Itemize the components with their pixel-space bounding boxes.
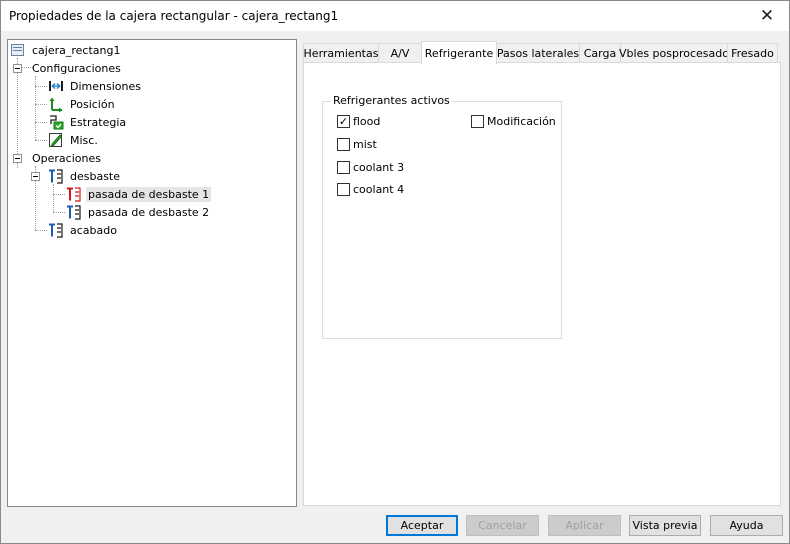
checkbox-box[interactable] xyxy=(337,138,350,151)
coolant-3-checkbox[interactable]: coolant 3 xyxy=(337,161,404,174)
checkbox-label: flood xyxy=(353,115,381,128)
position-axes-icon xyxy=(48,96,64,113)
tree-node-label: Dimensiones xyxy=(70,79,141,93)
checkbox-label: Modificación xyxy=(487,115,556,128)
title-bar: Propiedades de la cajera rectangular - c… xyxy=(1,1,789,31)
tree-node-label: pasada de desbaste 1 xyxy=(86,186,212,202)
coolant-group-label: Refrigerantes activos xyxy=(331,94,452,107)
ayuda-button[interactable]: Ayuda xyxy=(710,515,783,536)
notepad-pencil-icon xyxy=(48,132,64,148)
tree-node-estrategia[interactable]: Estrategia xyxy=(48,113,128,131)
tab-strip: Herramientas A/V Refrigerante Pasos late… xyxy=(303,41,781,64)
tree-node-pasada-1[interactable]: pasada de desbaste 1 xyxy=(66,185,212,203)
tree-root[interactable]: cajera_rectang1 xyxy=(10,41,122,59)
tree-node-misc[interactable]: Misc. xyxy=(48,131,100,149)
milling-operation-icon xyxy=(48,168,64,184)
tree-node-operaciones[interactable]: Operaciones xyxy=(30,149,103,167)
aceptar-button[interactable]: Aceptar xyxy=(386,515,458,536)
tree-node-acabado[interactable]: acabado xyxy=(48,221,119,239)
tab-pasos-laterales[interactable]: Pasos laterales xyxy=(496,43,580,62)
dimensions-icon xyxy=(48,78,64,94)
collapse-operaciones-toggle[interactable] xyxy=(13,154,22,163)
tree-node-label: Configuraciones xyxy=(32,61,121,75)
coolant-4-checkbox[interactable]: coolant 4 xyxy=(337,183,404,196)
close-button[interactable]: ✕ xyxy=(745,1,789,31)
tree-node-label: desbaste xyxy=(70,169,121,183)
window-title: Propiedades de la cajera rectangular - c… xyxy=(9,9,339,23)
tree-node-label: pasada de desbaste 2 xyxy=(88,205,210,219)
tree-node-label: Posición xyxy=(70,97,115,111)
tree-node-configuraciones[interactable]: Configuraciones xyxy=(30,59,123,77)
coolant-groupbox: Refrigerantes activos ✓ flood mist coola… xyxy=(322,94,562,339)
tree-node-dimensiones[interactable]: Dimensiones xyxy=(48,77,143,95)
dialog-window: Propiedades de la cajera rectangular - c… xyxy=(0,0,790,544)
checkbox-box[interactable] xyxy=(471,115,484,128)
tree-node-posicion[interactable]: Posición xyxy=(48,95,117,113)
tree-root-label: cajera_rectang1 xyxy=(32,43,121,57)
tree-node-pasada-2[interactable]: pasada de desbaste 2 xyxy=(66,203,211,221)
tree-node-label: Estrategia xyxy=(70,115,127,129)
strategy-icon xyxy=(48,114,64,130)
tab-vbles-posprocesado[interactable]: Vbles posprocesado xyxy=(619,43,729,62)
checkbox-label: coolant 3 xyxy=(353,161,405,174)
document-icon xyxy=(10,42,26,58)
roughing-pass-icon xyxy=(66,204,82,220)
tab-refrigerante[interactable]: Refrigerante xyxy=(421,41,497,64)
checkbox-box[interactable]: ✓ xyxy=(337,115,350,128)
tree-node-label: Operaciones xyxy=(32,151,101,165)
cancelar-button[interactable]: Cancelar xyxy=(466,515,539,536)
tree-node-label: acabado xyxy=(70,223,117,237)
tab-herramientas[interactable]: Herramientas xyxy=(303,43,379,62)
operation-tree[interactable]: cajera_rectang1 Configuraciones Dimensio… xyxy=(7,39,297,507)
collapse-configuraciones-toggle[interactable] xyxy=(13,64,22,73)
checkbox-box[interactable] xyxy=(337,183,350,196)
modificacion-checkbox[interactable]: Modificación xyxy=(471,115,556,128)
flood-checkbox[interactable]: ✓ flood xyxy=(337,115,380,128)
tree-node-desbaste[interactable]: desbaste xyxy=(48,167,122,185)
vista-previa-button[interactable]: Vista previa xyxy=(629,515,701,536)
tab-av[interactable]: A/V xyxy=(378,43,422,62)
collapse-desbaste-toggle[interactable] xyxy=(31,172,40,181)
milling-operation-icon xyxy=(48,222,64,238)
checkbox-box[interactable] xyxy=(337,161,350,174)
check-icon: ✓ xyxy=(338,115,349,128)
tab-carga[interactable]: Carga xyxy=(579,43,621,62)
mist-checkbox[interactable]: mist xyxy=(337,138,377,151)
checkbox-label: mist xyxy=(353,138,377,151)
tree-node-label: Misc. xyxy=(70,133,98,147)
aplicar-button[interactable]: Aplicar xyxy=(548,515,621,536)
close-icon: ✕ xyxy=(759,6,775,26)
checkbox-label: coolant 4 xyxy=(353,183,405,196)
roughing-pass-icon xyxy=(66,186,82,202)
refrigerante-panel: Refrigerantes activos ✓ flood mist coola… xyxy=(303,62,781,506)
tab-fresado[interactable]: Fresado xyxy=(727,43,778,62)
